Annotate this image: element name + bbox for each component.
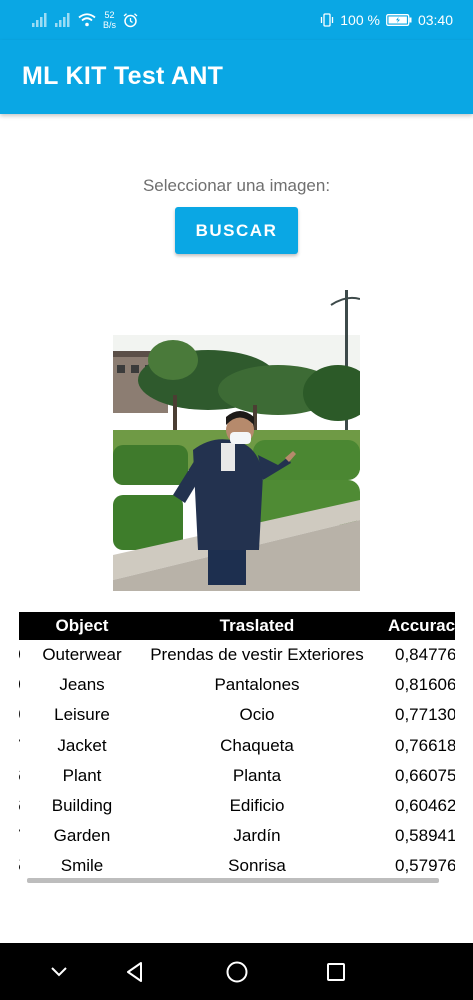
status-right-group: 100 % 03:40 [320,8,453,32]
translated-cell: Prendas de vestir Exteriores [150,645,364,665]
alarm-icon [123,12,138,27]
header-object: Object [55,616,109,635]
table-row: 0 Outerwear Prendas de vestir Exteriores 0,… [19,640,455,670]
accuracy-cell: 0,76618 [395,735,455,755]
object-cell: Garden [53,826,111,846]
row-index: 6 [19,796,27,816]
row-index: 7 [19,826,27,846]
table-row: 5 Smile Sonrisa 0,57976 [19,851,455,881]
translated-cell: Ocio [239,705,275,725]
row-index: 7 [19,736,27,756]
table-body: 0 Outerwear Prendas de vestir Exteriores 0,… [19,640,455,882]
select-image-prompt: Seleccionar una imagen: [142,176,331,195]
signal-icon [32,13,47,27]
app-title: ML KIT Test ANT [22,62,224,90]
back-triangle-icon[interactable] [123,960,147,984]
accuracy-cell: 0,81606 [395,675,455,695]
translated-cell: Edificio [229,796,285,816]
navigation-bar [0,943,473,1000]
search-button[interactable]: BUSCAR [175,207,298,254]
accuracy-cell: 0,60462 [395,796,455,816]
battery-percentage: 100 % [340,12,380,28]
accuracy-cell: 0,77130 [395,705,455,725]
table-row: 7 Garden Jardín 0,58941 [19,821,455,851]
status-bar: 52 B/s 100 % 03:40 [0,0,473,40]
speed-value: 52 [104,10,115,20]
translated-cell: Jardín [233,826,281,846]
accuracy-cell: 0,57976 [395,856,455,876]
accuracy-cell: 0,84776 [395,645,455,665]
row-index: 6 [19,766,27,786]
row-index: 0 [19,645,27,665]
object-cell: Building [51,796,113,816]
translated-cell: Pantalones [214,675,300,695]
row-index: 0 [19,675,27,695]
back-chevron-icon[interactable] [47,960,71,984]
table-row: 6 Building Edificio 0,60462 [19,791,455,821]
results-table-scroll[interactable]: Object Traslated Accurac 0 Outerwear Prend… [19,612,455,882]
status-left-group: 52 B/s [32,8,138,32]
object-cell: Plant [62,765,102,785]
accuracy-cell: 0,66075 [395,765,455,785]
object-cell: Jacket [57,735,107,755]
accuracy-cell: 0,58941 [395,826,455,846]
row-index: 5 [19,856,27,876]
horizontal-scrollbar[interactable] [27,878,439,883]
network-speed: 52 B/s [103,10,116,30]
translated-cell: Chaqueta [220,735,294,755]
table-row: 7 Jacket Chaqueta 0,76618 [19,731,455,761]
recents-square-icon[interactable] [324,960,348,984]
table-row: 0 Jeans Pantalones 0,81606 [19,670,455,700]
object-cell: Outerwear [42,645,122,665]
wifi-icon [78,13,96,27]
signal-icon [55,13,70,27]
speed-unit: B/s [103,20,117,30]
vibrate-icon [321,13,334,27]
table-header: Object Traslated Accurac [19,612,455,640]
header-translated: Traslated [219,616,295,635]
object-cell: Leisure [54,705,110,725]
selected-photo [113,265,360,591]
app-bar: ML KIT Test ANT [0,40,473,114]
header-accuracy: Accurac [388,616,455,635]
object-cell: Smile [60,856,104,876]
translated-cell: Sonrisa [228,856,286,876]
translated-cell: Planta [232,765,282,785]
object-cell: Jeans [59,675,105,695]
row-index: 9 [19,705,27,725]
table-row: 6 Plant Planta 0,66075 [19,761,455,791]
battery-icon [386,14,412,26]
home-circle-icon[interactable] [225,960,249,984]
clock: 03:40 [417,12,453,28]
table-row: 9 Leisure Ocio 0,77130 [19,700,455,730]
results-table[interactable]: Object Traslated Accurac 0 Outerwear Prend… [19,612,455,882]
